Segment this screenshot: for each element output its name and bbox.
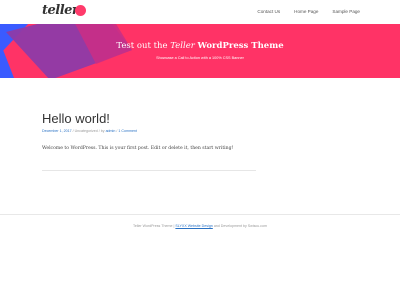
site-footer: Teller WordPress Theme | SLYXX Website D…: [0, 224, 400, 228]
hero-title-brand: Teller: [170, 41, 195, 51]
nav-home-page[interactable]: Home Page: [294, 9, 318, 14]
logo-dot-icon: [75, 5, 87, 16]
post-category[interactable]: Uncategorized: [75, 129, 98, 133]
hero-title-prefix: Test out the: [116, 41, 168, 51]
hero-subtitle: Showcase a Call to Action with a 100% CS…: [156, 56, 244, 60]
post-date[interactable]: December 1, 2017: [42, 129, 72, 133]
nav-sample-page[interactable]: Sample Page: [332, 9, 360, 14]
footer-suffix: and Development by Swiscu.com: [213, 224, 267, 228]
post-body: Welcome to WordPress. This is your first…: [42, 146, 234, 151]
hero-decoration: [0, 24, 132, 78]
main-nav: Contact Us Home Page Sample Page: [257, 9, 360, 14]
footer-design-link[interactable]: SLYXX Website Design: [175, 224, 212, 228]
post-by: by: [100, 129, 105, 133]
logo-text: teller: [42, 3, 79, 18]
site-logo[interactable]: teller: [42, 3, 87, 18]
hero-title: Test out the Teller WordPress Theme: [0, 41, 400, 51]
site-header: teller Contact Us Home Page Sample Page: [0, 0, 400, 24]
post-author[interactable]: admin: [106, 129, 116, 133]
post-title[interactable]: Hello world!: [42, 111, 110, 126]
footer-divider: [0, 214, 400, 215]
nav-contact-us[interactable]: Contact Us: [257, 9, 280, 14]
hero-banner: Test out the Teller WordPress Theme Show…: [0, 24, 400, 78]
footer-prefix: Teller WordPress Theme: [133, 224, 173, 228]
post-divider: [42, 170, 256, 171]
post-meta: December 1, 2017 / Uncategorized / by ad…: [42, 129, 137, 133]
hero-title-suffix: WordPress Theme: [197, 41, 284, 51]
post-comments[interactable]: 1 Comment: [118, 129, 137, 133]
